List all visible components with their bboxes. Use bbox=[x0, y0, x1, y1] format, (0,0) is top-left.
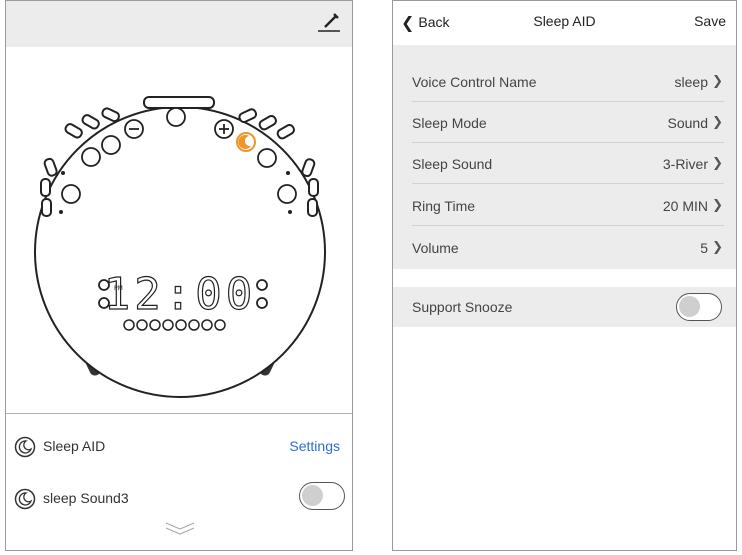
chevron-right-icon: ❯ bbox=[712, 197, 723, 212]
setting-row-volume[interactable]: Volume 5 ❯ bbox=[393, 228, 736, 268]
row-separator bbox=[412, 183, 724, 184]
sleep-aid-label: Sleep AID bbox=[43, 438, 106, 454]
setting-label: Voice Control Name bbox=[412, 74, 537, 90]
sleep-sound-toggle[interactable] bbox=[299, 482, 345, 510]
clock-device-illustration: PM 12:00 bbox=[6, 47, 352, 413]
support-snooze-label: Support Snooze bbox=[412, 299, 513, 315]
toggle-knob bbox=[679, 296, 700, 317]
sleep-moon-icon bbox=[14, 436, 36, 458]
expand-chevron-icon[interactable] bbox=[164, 520, 196, 536]
clock-device-graphic: PM 12:00 bbox=[34, 96, 326, 398]
toggle-knob bbox=[302, 485, 323, 506]
row-separator bbox=[412, 101, 724, 102]
setting-label: Ring Time bbox=[412, 198, 476, 214]
sleep-moon-icon bbox=[14, 488, 36, 510]
edit-icon[interactable] bbox=[316, 10, 342, 36]
setting-row-sleep-mode[interactable]: Sleep Mode Sound ❯ bbox=[393, 103, 736, 143]
setting-label: Volume bbox=[412, 240, 459, 256]
setting-label: Sleep Sound bbox=[412, 156, 493, 172]
row-separator bbox=[412, 142, 724, 143]
panel-divider bbox=[6, 413, 352, 414]
settings-link[interactable]: Settings bbox=[289, 438, 340, 454]
page-title: Sleep AID bbox=[533, 13, 596, 29]
setting-row-sleep-sound[interactable]: Sleep Sound 3-River ❯ bbox=[393, 144, 736, 184]
setting-value: 3-River bbox=[662, 156, 708, 172]
sleep-sound-row: sleep Sound3 bbox=[6, 481, 352, 517]
device-panel: PM 12:00 Sleep AID Settings sleep Sound3 bbox=[5, 0, 353, 551]
sleep-aid-settings-panel: ❮ Back Sleep AID Save Voice Control Name … bbox=[392, 0, 737, 551]
setting-value: sleep bbox=[674, 74, 708, 90]
device-header bbox=[6, 1, 352, 47]
setting-value: 20 MIN bbox=[662, 198, 708, 214]
chevron-right-icon: ❯ bbox=[712, 239, 723, 254]
settings-list: Voice Control Name sleep ❯ Sleep Mode So… bbox=[393, 45, 736, 327]
chevron-right-icon: ❯ bbox=[712, 155, 723, 170]
setting-row-ring-time[interactable]: Ring Time 20 MIN ❯ bbox=[393, 186, 736, 226]
chevron-right-icon: ❯ bbox=[712, 114, 723, 129]
setting-value: 5 bbox=[700, 240, 708, 256]
row-separator bbox=[412, 225, 724, 226]
nav-bar: ❮ Back Sleep AID Save bbox=[393, 1, 736, 45]
section-gap bbox=[393, 269, 736, 287]
setting-row-support-snooze: Support Snooze bbox=[393, 287, 736, 327]
chevron-right-icon: ❯ bbox=[712, 73, 723, 88]
setting-label: Sleep Mode bbox=[412, 115, 487, 131]
setting-value: Sound bbox=[667, 115, 708, 131]
support-snooze-toggle[interactable] bbox=[676, 293, 722, 321]
save-button[interactable]: Save bbox=[694, 13, 726, 29]
sleep-sound-label: sleep Sound3 bbox=[43, 490, 129, 506]
setting-row-voice-control-name[interactable]: Voice Control Name sleep ❯ bbox=[393, 62, 736, 102]
sleep-aid-row: Sleep AID Settings bbox=[6, 429, 352, 465]
clock-display: 12:00 bbox=[104, 269, 256, 320]
